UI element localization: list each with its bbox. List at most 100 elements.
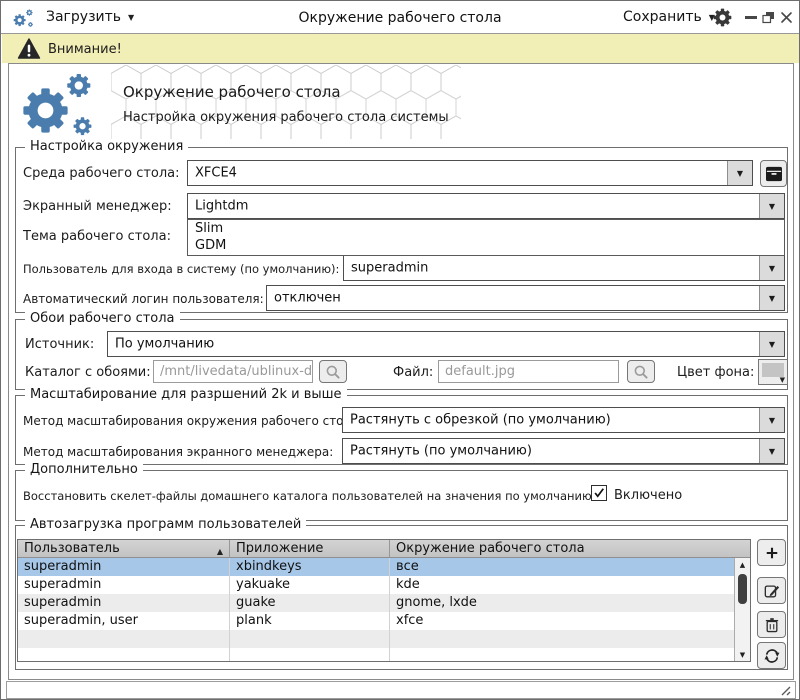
skel-restore-state: Включено (614, 488, 683, 503)
default-user-value: superadmin (351, 260, 429, 276)
title-bar: Загрузить ▼ Окружение рабочего стола Сох… (1, 1, 799, 34)
display-manager-value: Lightdm (195, 198, 249, 214)
refresh-button[interactable] (757, 642, 786, 669)
table-filler-row (18, 630, 734, 648)
maximize-button[interactable] (762, 11, 775, 24)
scroll-up-icon[interactable]: ▲ (735, 558, 750, 571)
close-button[interactable] (780, 11, 793, 24)
refresh-icon (764, 648, 779, 663)
autologin-value: отключен (274, 290, 341, 306)
scaling-desktop-value: Растянуть с обрезкой (по умолчанию) (350, 412, 611, 428)
banner-gears-logo-icon (23, 73, 92, 136)
combo-arrow-icon[interactable]: ▼ (759, 439, 784, 463)
table-cell: guake (230, 594, 390, 612)
scrollbar-thumb[interactable] (738, 574, 747, 604)
display-manager-label: Экранный менеджер: (23, 199, 172, 214)
search-icon (326, 365, 340, 379)
scroll-down-icon[interactable]: ▼ (735, 648, 750, 661)
table-cell: superadmin (18, 576, 230, 594)
resize-grip[interactable] (778, 684, 792, 696)
minimize-button[interactable] (745, 16, 757, 19)
scaling-dm-value: Растянуть (по умолчанию) (350, 443, 532, 459)
table-row[interactable]: superadmin yakuake kde (18, 576, 734, 594)
status-bar (6, 681, 796, 699)
browse-dir-button[interactable] (319, 360, 347, 383)
dropdown-option-slim[interactable]: Slim (188, 220, 784, 237)
add-row-button[interactable] (757, 539, 786, 566)
combo-arrow-icon[interactable]: ▼ (759, 256, 784, 280)
vertical-scrollbar[interactable]: ▲ ▼ (734, 558, 750, 661)
desktop-env-combo[interactable]: XFCE4 ▼ (187, 160, 753, 186)
table-cell: все (396, 559, 419, 574)
table-cell (18, 630, 230, 648)
wallpaper-dir-input[interactable]: /mnt/livedata/ublinux-data/b (153, 360, 313, 383)
scaling-dm-label: Метод масштабирования экранного менеджер… (23, 445, 334, 459)
bg-color-button[interactable]: ▼ (758, 359, 788, 385)
table-row[interactable]: superadmin xbindkeys все (18, 558, 734, 576)
table-header: Пользователь ▲ Приложение Окружение рабо… (18, 540, 750, 558)
desktop-env-value: XFCE4 (195, 165, 237, 181)
wallpaper-file-input[interactable]: default.jpg (438, 360, 619, 383)
banner-subtitle: Настройка окружения рабочего стола систе… (123, 110, 449, 125)
wallpaper-source-combo[interactable]: По умолчанию ▼ (107, 331, 785, 357)
autostart-table-body: superadmin xbindkeys все superadmin yakuake k… (18, 558, 734, 661)
table-cell (390, 630, 734, 648)
combo-arrow-icon[interactable]: ▼ (759, 408, 784, 432)
warning-triangle-icon (17, 38, 41, 59)
default-user-combo[interactable]: superadmin ▼ (343, 255, 785, 281)
autologin-label: Автоматический логин пользователя: (23, 292, 264, 306)
plus-icon (766, 547, 777, 558)
table-cell: xfce (396, 613, 424, 628)
display-manager-dropdown-list: Slim GDM (187, 219, 785, 256)
table-row[interactable]: superadmin guake gnome, lxde (18, 594, 734, 612)
edit-row-button[interactable] (757, 577, 786, 604)
delete-row-button[interactable] (757, 611, 786, 638)
combo-arrow-icon[interactable]: ▼ (759, 332, 784, 356)
display-manager-combo[interactable]: Lightdm ▼ (187, 193, 785, 219)
table-cell (230, 630, 390, 648)
save-button-label: Сохранить (623, 9, 702, 25)
wallpaper-file-label: Файл: (393, 365, 434, 380)
install-package-button[interactable] (760, 160, 787, 187)
skel-restore-label: Восстановить скелет-файлы домашнего ката… (23, 489, 596, 503)
column-header-user[interactable]: Пользователь ▲ (18, 540, 230, 557)
table-cell (230, 648, 390, 661)
browse-file-button[interactable] (627, 360, 655, 383)
warning-banner: Внимание! (2, 34, 799, 63)
section-autostart-legend: Автозагрузка программ пользователей (25, 517, 307, 532)
dropdown-option-gdm[interactable]: GDM (188, 237, 784, 254)
scaling-dm-combo[interactable]: Растянуть (по умолчанию) ▼ (342, 438, 785, 464)
table-row[interactable]: superadmin, user plank xfce (18, 612, 734, 630)
autologin-combo[interactable]: отключен ▼ (266, 285, 785, 311)
table-cell: plank (230, 612, 390, 630)
combo-arrow-icon[interactable]: ▼ (759, 194, 784, 218)
section-wallpaper-legend: Обои рабочего стола (25, 311, 180, 326)
column-header-app[interactable]: Приложение (230, 540, 390, 557)
color-swatch (762, 363, 784, 377)
table-cell: superadmin (18, 594, 230, 612)
wallpaper-dir-label: Каталог с обоями: (25, 365, 151, 380)
table-cell: yakuake (230, 576, 390, 594)
hexagon-pattern-decoration (111, 65, 461, 139)
table-cell: gnome, lxde (396, 595, 477, 610)
desktop-env-label: Среда рабочего стола: (23, 166, 180, 181)
combo-arrow-icon[interactable]: ▼ (759, 286, 784, 310)
save-button[interactable]: Сохранить ▼ (623, 1, 715, 33)
column-header-label: Пользователь (24, 541, 120, 556)
column-header-env[interactable]: Окружение рабочего стола (390, 540, 750, 557)
settings-gear-button[interactable] (713, 8, 732, 27)
archive-box-icon (765, 166, 782, 181)
autostart-table: Пользователь ▲ Приложение Окружение рабо… (17, 539, 751, 662)
table-cell: superadmin (18, 558, 230, 576)
wallpaper-source-value: По умолчанию (115, 336, 215, 352)
skel-restore-checkbox[interactable] (591, 485, 607, 501)
combo-arrow-icon[interactable]: ▼ (727, 161, 752, 185)
bg-color-label: Цвет фона: (677, 365, 755, 380)
section-environment-legend: Настройка окружения (25, 139, 189, 154)
banner-title: Окружение рабочего стола (123, 83, 341, 101)
warning-text: Внимание! (48, 42, 122, 57)
scaling-desktop-combo[interactable]: Растянуть с обрезкой (по умолчанию) ▼ (342, 407, 785, 433)
wallpaper-source-label: Источник: (25, 337, 95, 352)
trash-icon (765, 617, 778, 632)
edit-pencil-icon (764, 584, 779, 597)
